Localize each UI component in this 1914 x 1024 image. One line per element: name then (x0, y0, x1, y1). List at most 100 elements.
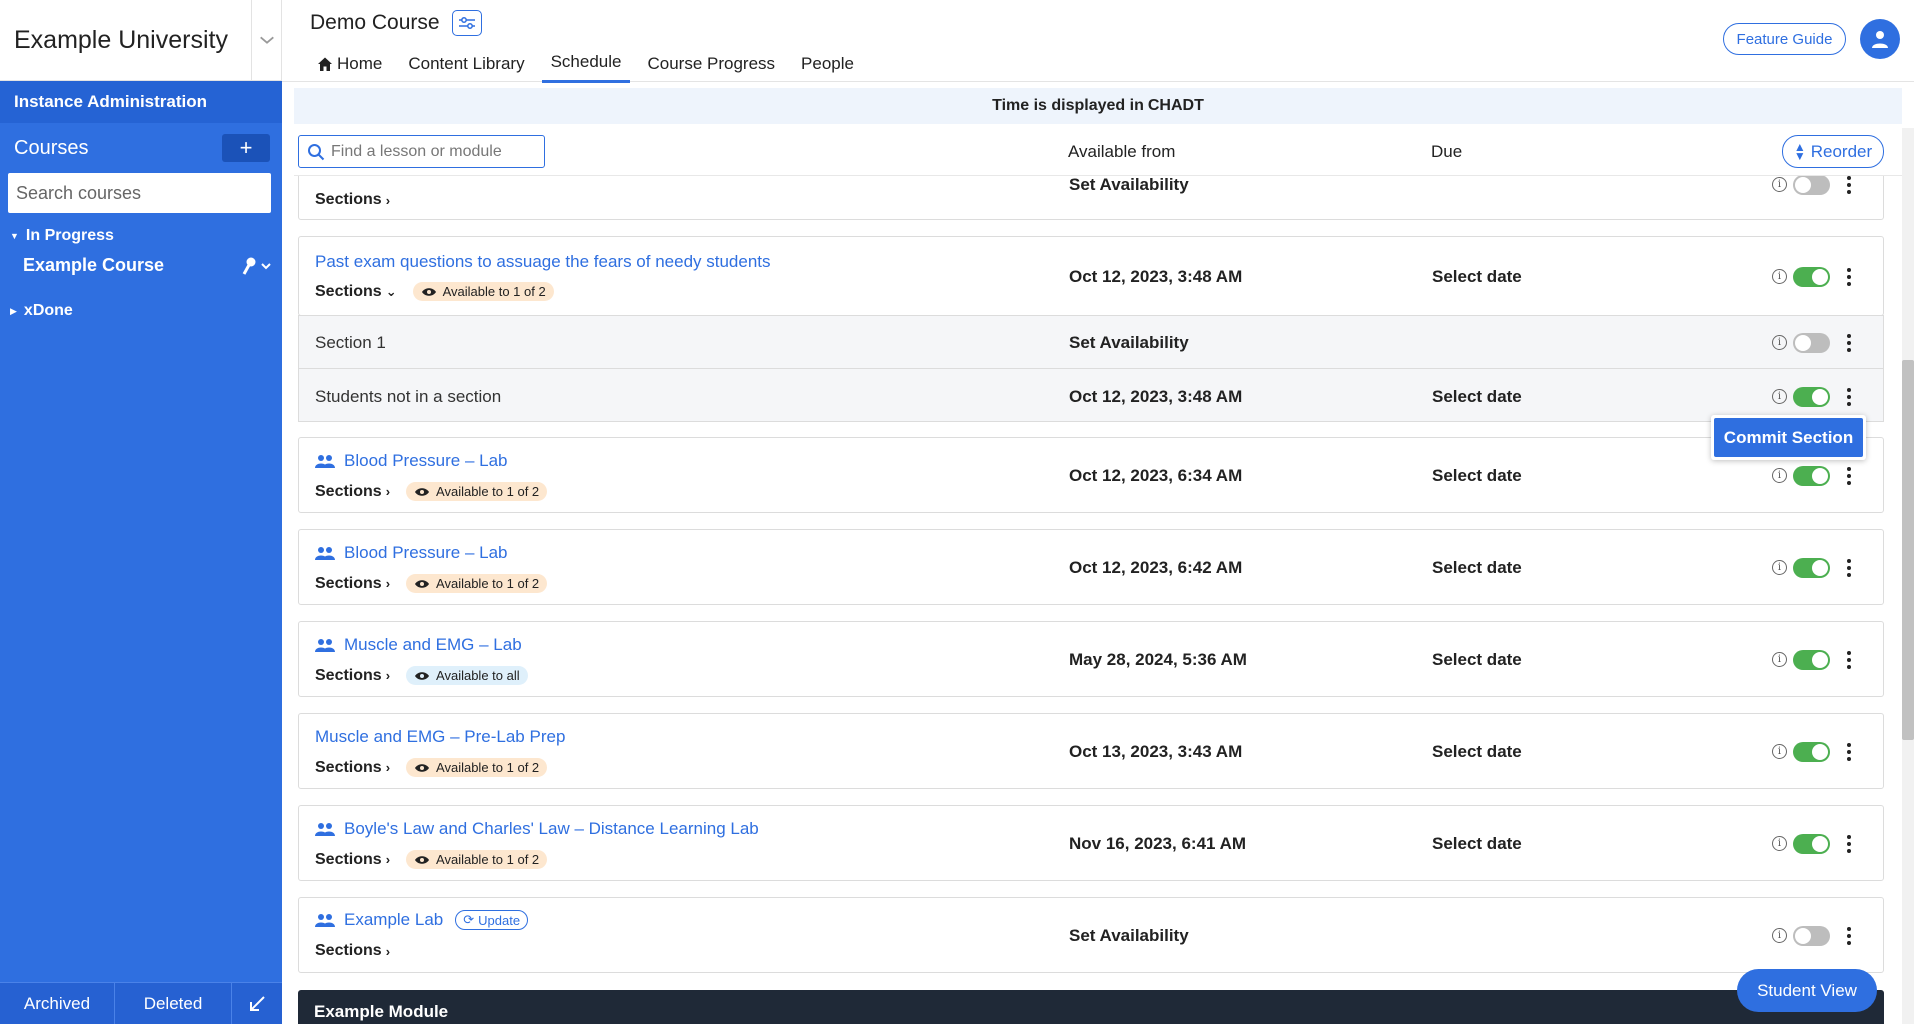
lesson-search-input[interactable]: Find a lesson or module (298, 135, 545, 168)
more-options-icon[interactable] (1846, 835, 1852, 853)
more-options-icon[interactable] (1846, 268, 1852, 286)
available-from-value[interactable]: Oct 12, 2023, 3:48 AM (1069, 387, 1242, 407)
table-row[interactable]: Example Lab ⟳ Update Sections › Set Availa… (298, 897, 1884, 973)
available-from-value[interactable]: Nov 16, 2023, 6:41 AM (1069, 834, 1246, 854)
availability-toggle[interactable] (1793, 267, 1830, 287)
key-icon[interactable] (240, 256, 274, 276)
sections-toggle[interactable]: Sections › Available to 1 of 2 (315, 850, 548, 869)
availability-toggle[interactable] (1793, 558, 1830, 578)
info-icon[interactable]: i (1772, 269, 1787, 284)
sections-toggle[interactable]: Sections ⌄ Available to 1 of 2 (315, 282, 554, 301)
commit-section-button[interactable]: Commit Section (1714, 418, 1863, 457)
chevron-down-icon[interactable] (251, 0, 281, 81)
scrollbar-thumb[interactable] (1902, 360, 1914, 740)
university-switcher[interactable]: Example University (0, 0, 282, 81)
availability-toggle[interactable] (1793, 834, 1830, 854)
sections-toggle[interactable]: Sections › Available to 1 of 2 (315, 574, 548, 593)
info-icon[interactable]: i (1772, 468, 1787, 483)
group-icon (315, 455, 335, 468)
lesson-title-link[interactable]: Blood Pressure – Lab (315, 543, 508, 563)
tab-content-library[interactable]: Content Library (399, 48, 533, 83)
section-row[interactable]: Section 1 Set Availability i (298, 315, 1884, 369)
reorder-button[interactable]: ▲ ▼ Reorder (1782, 135, 1884, 168)
more-options-icon[interactable] (1846, 927, 1852, 945)
group-icon (315, 639, 335, 652)
due-date-value[interactable]: Select date (1432, 387, 1522, 407)
group-done[interactable]: ▶ xDone (0, 302, 282, 320)
deleted-button[interactable]: Deleted (115, 983, 232, 1024)
more-options-icon[interactable] (1846, 743, 1852, 761)
table-row[interactable]: Blood Pressure – Lab Sections › Available… (298, 437, 1884, 513)
more-options-icon[interactable] (1846, 467, 1852, 485)
tab-schedule[interactable]: Schedule (541, 48, 631, 83)
student-view-button[interactable]: Student View (1737, 969, 1877, 1012)
availability-toggle[interactable] (1793, 387, 1830, 407)
sections-toggle[interactable]: Sections › Available to 1 of 2 (315, 482, 548, 501)
section-row[interactable]: Students not in a section Oct 12, 2023, … (298, 368, 1884, 422)
more-options-icon[interactable] (1846, 651, 1852, 669)
archived-button[interactable]: Archived (0, 983, 115, 1024)
more-options-icon[interactable] (1846, 388, 1852, 406)
sections-toggle[interactable]: Sections › (315, 191, 390, 209)
more-options-icon[interactable] (1846, 559, 1852, 577)
tab-course-progress[interactable]: Course Progress (638, 48, 784, 83)
info-icon[interactable]: i (1772, 389, 1787, 404)
info-icon[interactable]: i (1772, 744, 1787, 759)
table-row[interactable]: Muscle and EMG – Lab Sections › Available… (298, 621, 1884, 697)
info-icon[interactable]: i (1772, 652, 1787, 667)
due-date-value[interactable]: Select date (1432, 558, 1522, 578)
lesson-title-link[interactable]: Blood Pressure – Lab (315, 451, 508, 471)
table-row[interactable]: Past exam questions to assuage the fears… (298, 236, 1884, 316)
available-from-value[interactable]: Oct 12, 2023, 3:48 AM (1069, 267, 1242, 287)
due-date-value[interactable]: Select date (1432, 267, 1522, 287)
available-from-value[interactable]: Oct 12, 2023, 6:42 AM (1069, 558, 1242, 578)
available-from-value[interactable]: Set Availability (1069, 333, 1189, 353)
available-from-value[interactable]: Set Availability (1069, 175, 1189, 195)
instance-administration-link[interactable]: Instance Administration (0, 81, 282, 123)
table-row[interactable]: Muscle and EMG – Pre-Lab Prep Sections › … (298, 713, 1884, 789)
availability-toggle[interactable] (1793, 650, 1830, 670)
table-row[interactable]: Blood Pressure – Lab Sections › Available… (298, 529, 1884, 605)
sections-toggle[interactable]: Sections › Available to all (315, 666, 528, 685)
sections-toggle[interactable]: Sections › (315, 942, 390, 960)
lesson-title-link[interactable]: Muscle and EMG – Lab (315, 635, 522, 655)
tab-home[interactable]: Home (308, 48, 391, 83)
course-settings-button[interactable] (451, 10, 482, 36)
availability-toggle[interactable] (1793, 466, 1830, 486)
info-icon[interactable]: i (1772, 177, 1787, 192)
availability-toggle[interactable] (1793, 175, 1830, 195)
due-date-value[interactable]: Select date (1432, 466, 1522, 486)
update-button[interactable]: ⟳ Update (455, 910, 529, 930)
user-avatar[interactable] (1860, 19, 1900, 59)
availability-toggle[interactable] (1793, 926, 1830, 946)
collapse-sidebar-icon[interactable] (232, 983, 282, 1024)
info-icon[interactable]: i (1772, 335, 1787, 350)
info-icon[interactable]: i (1772, 928, 1787, 943)
info-icon[interactable]: i (1772, 836, 1787, 851)
available-from-value[interactable]: Oct 12, 2023, 6:34 AM (1069, 466, 1242, 486)
lesson-title-link[interactable]: Example Lab ⟳ Update (315, 910, 529, 930)
lesson-title-link[interactable]: Boyle's Law and Charles' Law – Distance … (315, 819, 759, 839)
search-courses-input[interactable]: Search courses (8, 173, 271, 213)
available-from-value[interactable]: Set Availability (1069, 926, 1189, 946)
sections-toggle[interactable]: Sections › Available to 1 of 2 (315, 758, 548, 777)
group-in-progress[interactable]: ▼ In Progress (0, 227, 282, 245)
add-course-button[interactable]: + (222, 134, 270, 162)
tab-people[interactable]: People (792, 48, 863, 83)
sidebar-item-course[interactable]: Example Course (0, 255, 282, 276)
availability-toggle[interactable] (1793, 742, 1830, 762)
more-options-icon[interactable] (1846, 176, 1852, 194)
available-from-value[interactable]: May 28, 2024, 5:36 AM (1069, 650, 1247, 670)
module-header[interactable]: Example Module (298, 990, 1884, 1024)
due-date-value[interactable]: Select date (1432, 650, 1522, 670)
info-icon[interactable]: i (1772, 560, 1787, 575)
lesson-title-link[interactable]: Muscle and EMG – Pre-Lab Prep (315, 727, 565, 747)
due-date-value[interactable]: Select date (1432, 742, 1522, 762)
due-date-value[interactable]: Select date (1432, 834, 1522, 854)
lesson-title-link[interactable]: Past exam questions to assuage the fears… (315, 252, 771, 272)
more-options-icon[interactable] (1846, 334, 1852, 352)
feature-guide-button[interactable]: Feature Guide (1723, 23, 1846, 55)
table-row[interactable]: Boyle's Law and Charles' Law – Distance … (298, 805, 1884, 881)
available-from-value[interactable]: Oct 13, 2023, 3:43 AM (1069, 742, 1242, 762)
availability-toggle[interactable] (1793, 333, 1830, 353)
